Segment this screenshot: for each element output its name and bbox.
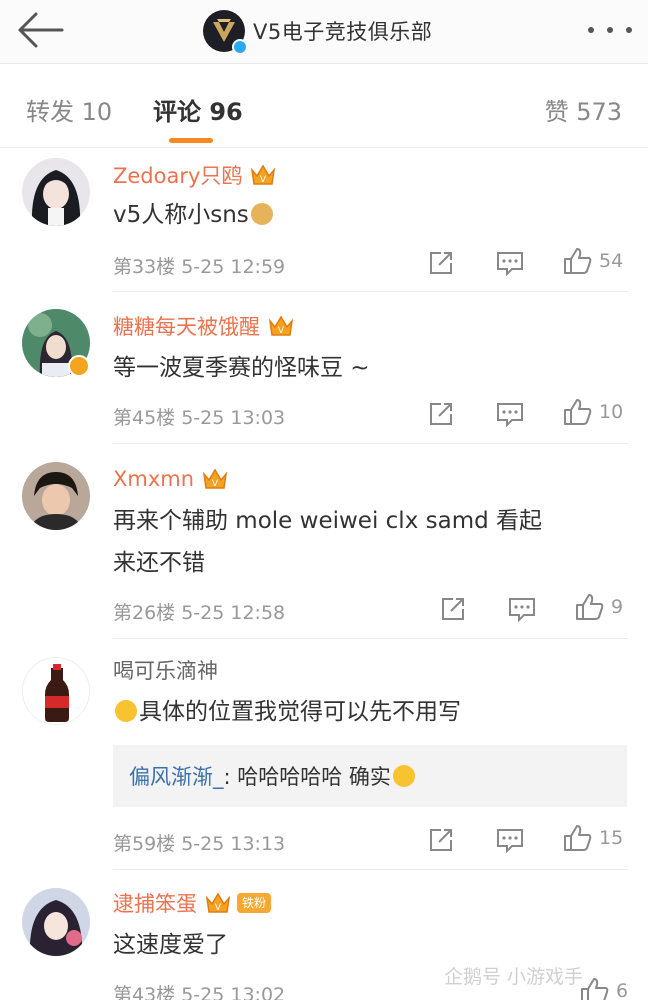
svg-text:V: V <box>260 175 267 185</box>
avatar[interactable] <box>22 888 90 956</box>
avatar[interactable] <box>22 462 90 530</box>
comment-icon <box>509 598 535 622</box>
share-icon <box>442 598 464 620</box>
thumbs-up-icon <box>564 248 592 274</box>
fan-badge: 铁粉 <box>237 893 272 913</box>
username[interactable]: 逮捕笨蛋 <box>113 888 197 918</box>
comment-meta: 第43楼 5-25 13:02 <box>113 984 286 1000</box>
comment-text: 具体的位置我觉得可以先不用写 <box>113 691 633 733</box>
comment-icon <box>497 829 523 853</box>
comment-header: 糖糖每天被饿醒 V <box>113 309 296 343</box>
laugh-cry-emoji-icon <box>392 765 415 787</box>
reply-button[interactable] <box>508 594 536 624</box>
like-count: 6 <box>616 980 629 1000</box>
like-count: 10 <box>599 401 624 423</box>
avatar[interactable] <box>22 158 90 226</box>
comment-header: 逮捕笨蛋 V 铁粉 <box>113 886 272 920</box>
username[interactable]: Zedoary只鸥 <box>113 160 242 190</box>
page-title: V5电子竞技俱乐部 <box>253 20 433 44</box>
doge-emoji-icon <box>250 203 273 225</box>
comment-text-content: v5人称小sns <box>113 202 249 228</box>
comment-text-line: 再来个辅助 mole weiwei clx samd 看起 <box>113 508 543 534</box>
tab-bar: 转发 10 评论 96 赞 573 <box>0 64 648 148</box>
reply-preview[interactable]: 偏风渐渐_: 哈哈哈哈哈 确实 <box>113 745 627 807</box>
vip-crown-icon: V <box>251 164 276 185</box>
comment-text: 这速度爱了 <box>113 932 228 958</box>
share-icon <box>430 829 452 851</box>
comment-meta: 第33楼 5-25 12:59 <box>113 256 286 278</box>
svg-text:V: V <box>278 326 285 336</box>
repost-comment-button[interactable] <box>428 825 454 855</box>
comment-item: Xmxmn V 再来个辅助 mole weiwei clx samd 看起 来还… <box>0 444 648 639</box>
comment-text-content: 具体的位置我觉得可以先不用写 <box>139 699 461 725</box>
reply-button[interactable] <box>496 399 524 429</box>
comment-header: Xmxmn V <box>113 462 230 496</box>
like-count: 54 <box>599 250 624 272</box>
repost-comment-button[interactable] <box>428 248 454 278</box>
comment-header: Zedoary只鸥 V <box>113 158 278 192</box>
verified-badge-icon <box>68 355 90 377</box>
divider <box>113 291 628 292</box>
tab-repost[interactable]: 转发 10 <box>26 92 112 127</box>
like-button[interactable]: 54 <box>563 246 623 276</box>
comment-item: 糖糖每天被饿醒 V 等一波夏季赛的怪味豆 ~ 第45楼 5-25 13:03 1… <box>0 293 648 444</box>
username[interactable]: 喝可乐滴神 <box>113 655 218 685</box>
comment-meta: 第45楼 5-25 13:03 <box>113 407 286 429</box>
page-header[interactable]: V5电子竞技俱乐部 <box>203 8 433 55</box>
back-arrow-icon[interactable] <box>14 10 64 50</box>
like-button[interactable]: 15 <box>563 823 623 853</box>
like-count: 9 <box>611 596 624 618</box>
like-count: 15 <box>599 827 624 849</box>
svg-text:V: V <box>212 479 219 489</box>
thumbs-up-icon <box>564 399 592 425</box>
reply-username[interactable]: 偏风渐渐_ <box>129 765 224 789</box>
more-options-icon[interactable] <box>588 22 632 38</box>
vip-crown-icon: V <box>202 468 228 489</box>
like-button[interactable]: 6 <box>580 976 628 1000</box>
watermark: 企鹅号 小游戏手 <box>444 962 583 989</box>
comment-text: 等一波夏季赛的怪味豆 ~ <box>113 355 370 381</box>
repost-comment-button[interactable] <box>440 594 466 624</box>
svg-text:V: V <box>215 903 222 913</box>
top-bar: V5电子竞技俱乐部 <box>0 0 648 64</box>
like-button[interactable]: 9 <box>575 592 623 622</box>
like-button[interactable]: 10 <box>563 397 623 427</box>
thumbs-up-icon <box>581 978 609 1000</box>
watermark-text: 企鹅号 小游戏手 <box>444 966 584 988</box>
thumbs-up-icon <box>576 594 604 620</box>
club-logo <box>203 10 248 55</box>
shocked-emoji-icon <box>115 700 137 722</box>
share-icon <box>430 403 452 425</box>
repost-comment-button[interactable] <box>428 399 454 429</box>
comment-icon <box>497 252 523 276</box>
comment-meta: 第26楼 5-25 12:58 <box>113 602 286 624</box>
username[interactable]: Xmxmn <box>113 467 194 491</box>
comment-icon <box>497 403 523 427</box>
comment-text: v5人称小sns <box>113 194 633 236</box>
vip-crown-icon: V <box>205 892 231 913</box>
tab-likes[interactable]: 赞 573 <box>545 92 622 127</box>
reply-button[interactable] <box>496 825 524 855</box>
thumbs-up-icon <box>564 825 592 851</box>
comment-item: Zedoary只鸥 V v5人称小sns 第33楼 5-25 12:59 54 <box>0 150 648 292</box>
comment-item: 喝可乐滴神 具体的位置我觉得可以先不用写 偏风渐渐_: 哈哈哈哈哈 确实 第59… <box>0 639 648 870</box>
comment-header: 喝可乐滴神 <box>113 653 218 687</box>
avatar[interactable] <box>22 657 90 725</box>
vip-crown-icon: V <box>268 315 294 336</box>
reply-button[interactable] <box>496 248 524 278</box>
reply-text: : 哈哈哈哈哈 确实 <box>223 765 391 789</box>
active-tab-indicator <box>169 138 213 143</box>
verified-icon <box>232 39 248 55</box>
comment-text-line: 来还不错 <box>113 550 205 576</box>
username[interactable]: 糖糖每天被饿醒 <box>113 311 260 341</box>
comment-meta: 第59楼 5-25 13:13 <box>113 833 286 855</box>
share-icon <box>430 252 452 274</box>
comment-text: 再来个辅助 mole weiwei clx samd 看起 来还不错 <box>113 500 633 584</box>
